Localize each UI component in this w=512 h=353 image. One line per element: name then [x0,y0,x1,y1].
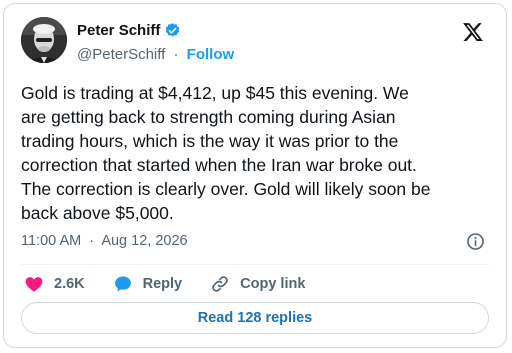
tweet-date: Aug 12, 2026 [101,233,188,249]
reply-button[interactable]: Reply [113,274,183,294]
copy-link-button[interactable]: Copy link [210,274,305,294]
like-count: 2.6K [54,276,85,292]
tweet-time: 11:00 AM [21,233,82,249]
author-name[interactable]: Peter Schiff [77,22,160,39]
author-handle[interactable]: @PeterSchiff [77,46,165,63]
tweet-timestamp[interactable]: 11:00 AM · Aug 12, 2026 [21,233,188,249]
info-icon[interactable] [466,232,485,251]
tweet-card: Peter Schiff @PeterSchiff · Follow Gold … [3,3,507,348]
author-name-row: Peter Schiff [77,22,181,39]
timestamp-separator: · [89,233,95,249]
copy-link-label: Copy link [240,276,306,292]
handle-separator: · [173,46,179,63]
link-icon [212,276,228,292]
heart-icon [25,277,43,292]
avatar[interactable] [21,17,67,63]
action-bar: 2.6K Reply Copy link [24,272,333,296]
x-logo-icon[interactable] [462,21,484,43]
verified-badge-icon [164,22,181,39]
divider [21,264,489,265]
like-button[interactable]: 2.6K [24,274,85,294]
read-replies-button[interactable]: Read 128 replies [21,302,489,334]
reply-bubble-icon [114,276,131,292]
author-handle-row: @PeterSchiff · Follow [77,46,234,63]
follow-button[interactable]: Follow [187,46,235,63]
reply-label: Reply [142,276,183,292]
tweet-text: Gold is trading at $4,412, up $45 this e… [21,83,431,223]
